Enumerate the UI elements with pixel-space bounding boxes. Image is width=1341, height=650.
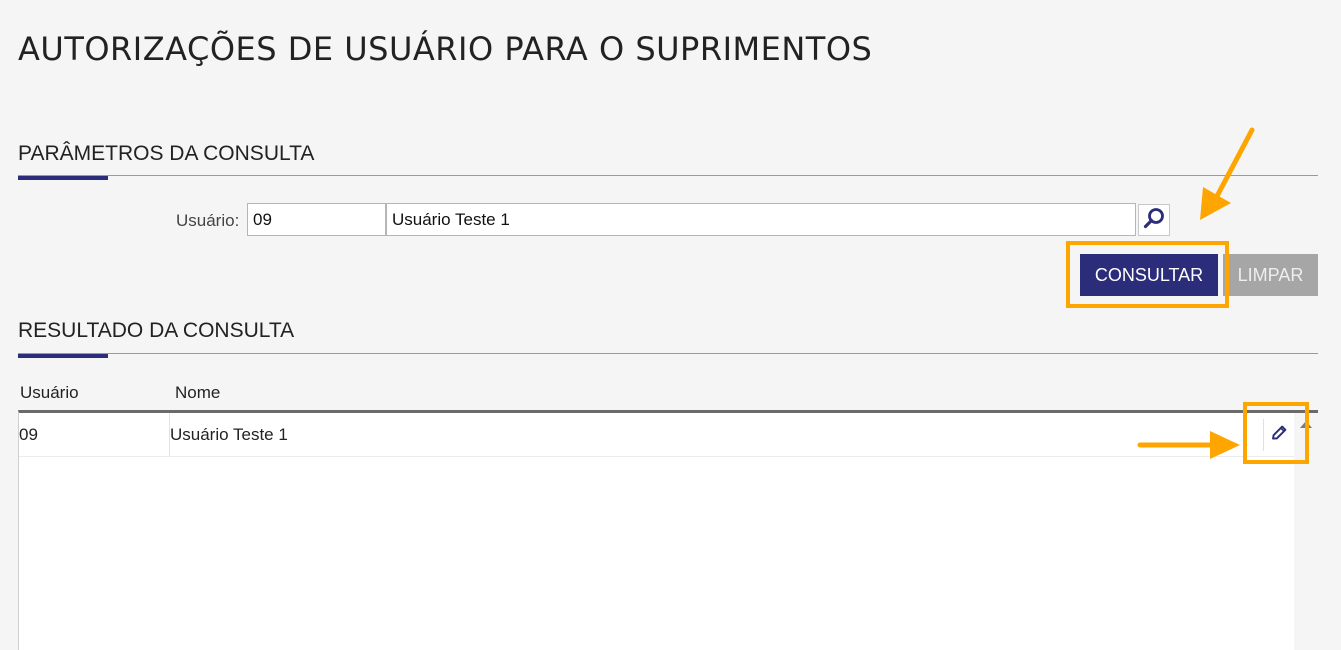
results-section-divider [18, 353, 1318, 354]
magnifier-icon [1142, 206, 1166, 235]
scroll-up-arrow-icon[interactable] [1300, 421, 1312, 428]
table-row[interactable]: 09 Usuário Teste 1 [19, 413, 1294, 457]
params-section-accent [18, 176, 108, 180]
user-search-button[interactable] [1138, 204, 1170, 236]
user-code-input[interactable] [247, 203, 386, 236]
page-title: AUTORIZAÇÕES DE USUÁRIO PARA O SUPRIMENT… [18, 30, 873, 68]
cell-nome: Usuário Teste 1 [170, 425, 288, 444]
cell-usuario: 09 [19, 425, 38, 444]
consult-button[interactable]: CONSULTAR [1080, 254, 1218, 296]
user-name-input[interactable] [386, 203, 1136, 236]
results-section-accent [18, 354, 108, 358]
grid-scrollbar[interactable] [1294, 413, 1318, 650]
params-section-divider [18, 175, 1318, 176]
column-header-nome[interactable]: Nome [175, 383, 220, 403]
column-header-usuario[interactable]: Usuário [20, 383, 79, 403]
edit-row-button[interactable] [1263, 419, 1293, 451]
user-field-label: Usuário: [176, 211, 240, 230]
clear-button[interactable]: LIMPAR [1223, 254, 1318, 296]
results-section-title: RESULTADO DA CONSULTA [18, 319, 295, 342]
results-grid: 09 Usuário Teste 1 [18, 410, 1318, 650]
params-section-title: PARÂMETROS DA CONSULTA [18, 142, 315, 165]
pencil-icon [1269, 423, 1289, 448]
